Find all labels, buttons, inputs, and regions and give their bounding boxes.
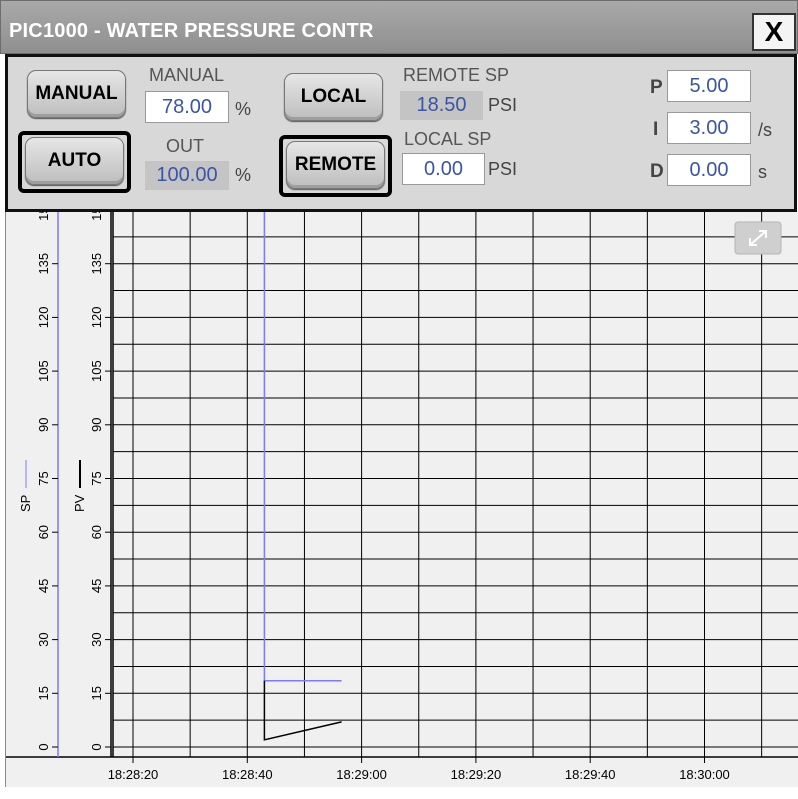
sp-axis-name: SP xyxy=(18,495,33,512)
i-gain-label: I xyxy=(653,119,659,140)
y-tick-label: 150 xyxy=(89,212,104,221)
local-sp-input[interactable]: 0.00 xyxy=(402,153,485,185)
y-tick-label: 135 xyxy=(89,253,104,275)
local-sp-label: LOCAL SP xyxy=(404,129,492,149)
d-gain-label: D xyxy=(650,161,664,182)
plot-area xyxy=(113,212,798,757)
p-gain-input[interactable]: 5.00 xyxy=(667,70,751,102)
y-tick-label: 120 xyxy=(89,307,104,329)
control-panel: MANUAL AUTO MANUAL 78.00 % OUT 100.00 % … xyxy=(5,54,797,212)
local-sp-unit: PSI xyxy=(488,159,518,179)
y-tick-label: 15 xyxy=(89,686,104,700)
x-tick-label: 18:30:00 xyxy=(679,767,730,782)
remote-button[interactable]: REMOTE xyxy=(286,141,385,189)
y-tick-label: 30 xyxy=(89,632,104,646)
pv-axis-name: PV xyxy=(72,494,87,512)
x-tick-label: 18:29:40 xyxy=(565,767,616,782)
y-tick-label: 90 xyxy=(36,418,51,432)
y-tick-label: 75 xyxy=(89,471,104,485)
y-tick-label: 105 xyxy=(89,360,104,382)
manual-button[interactable]: MANUAL xyxy=(27,70,126,118)
auto-button[interactable]: AUTO xyxy=(25,137,124,185)
y-tick-label: 90 xyxy=(89,418,104,432)
d-gain-input[interactable]: 0.00 xyxy=(667,154,751,186)
trend-chart-svg: 0 15 30 45 60 75 90 105 120 135 150 SP 0 15 30 45 60 75 90… xyxy=(6,184,798,782)
remote-sp-label: REMOTE SP xyxy=(403,65,510,85)
manual-label: MANUAL xyxy=(149,65,225,85)
local-button[interactable]: LOCAL xyxy=(284,73,383,121)
close-button[interactable]: X xyxy=(752,13,796,51)
y-tick-label: 75 xyxy=(36,471,51,485)
x-tick-label: 18:29:00 xyxy=(336,767,387,782)
manual-unit: % xyxy=(235,99,252,119)
x-tick-label: 18:28:40 xyxy=(222,767,273,782)
remote-sp-unit: PSI xyxy=(488,95,518,115)
window-title: PIC1000 - WATER PRESSURE CONTR xyxy=(9,20,374,42)
d-gain-unit: s xyxy=(758,162,767,182)
out-unit: % xyxy=(235,165,252,185)
out-value: 100.00 xyxy=(145,161,229,190)
y-tick-label: 150 xyxy=(36,212,51,221)
y-tick-label: 120 xyxy=(36,307,51,329)
y-tick-label: 0 xyxy=(89,743,104,750)
i-gain-input[interactable]: 3.00 xyxy=(667,112,751,144)
window-titlebar: PIC1000 - WATER PRESSURE CONTR X xyxy=(0,0,798,54)
x-tick-label: 18:29:20 xyxy=(451,767,502,782)
y-tick-label: 60 xyxy=(36,525,51,539)
x-tick-label: 18:28:20 xyxy=(108,767,159,782)
y-tick-label: 15 xyxy=(36,686,51,700)
y-tick-label: 30 xyxy=(36,632,51,646)
manual-output-input[interactable]: 78.00 xyxy=(145,91,229,123)
p-gain-label: P xyxy=(650,77,663,98)
y-tick-label: 135 xyxy=(36,253,51,275)
trend-chart: 0 15 30 45 60 75 90 105 120 135 150 SP 0 15 30 45 60 75 90… xyxy=(5,184,798,787)
y-tick-label: 45 xyxy=(89,579,104,593)
y-tick-label: 0 xyxy=(36,743,51,750)
out-label: OUT xyxy=(166,136,204,156)
i-gain-unit: /s xyxy=(758,120,773,140)
y-tick-label: 60 xyxy=(89,525,104,539)
y-tick-label: 105 xyxy=(36,360,51,382)
remote-sp-value: 18.50 xyxy=(400,91,483,120)
y-tick-label: 45 xyxy=(36,579,51,593)
